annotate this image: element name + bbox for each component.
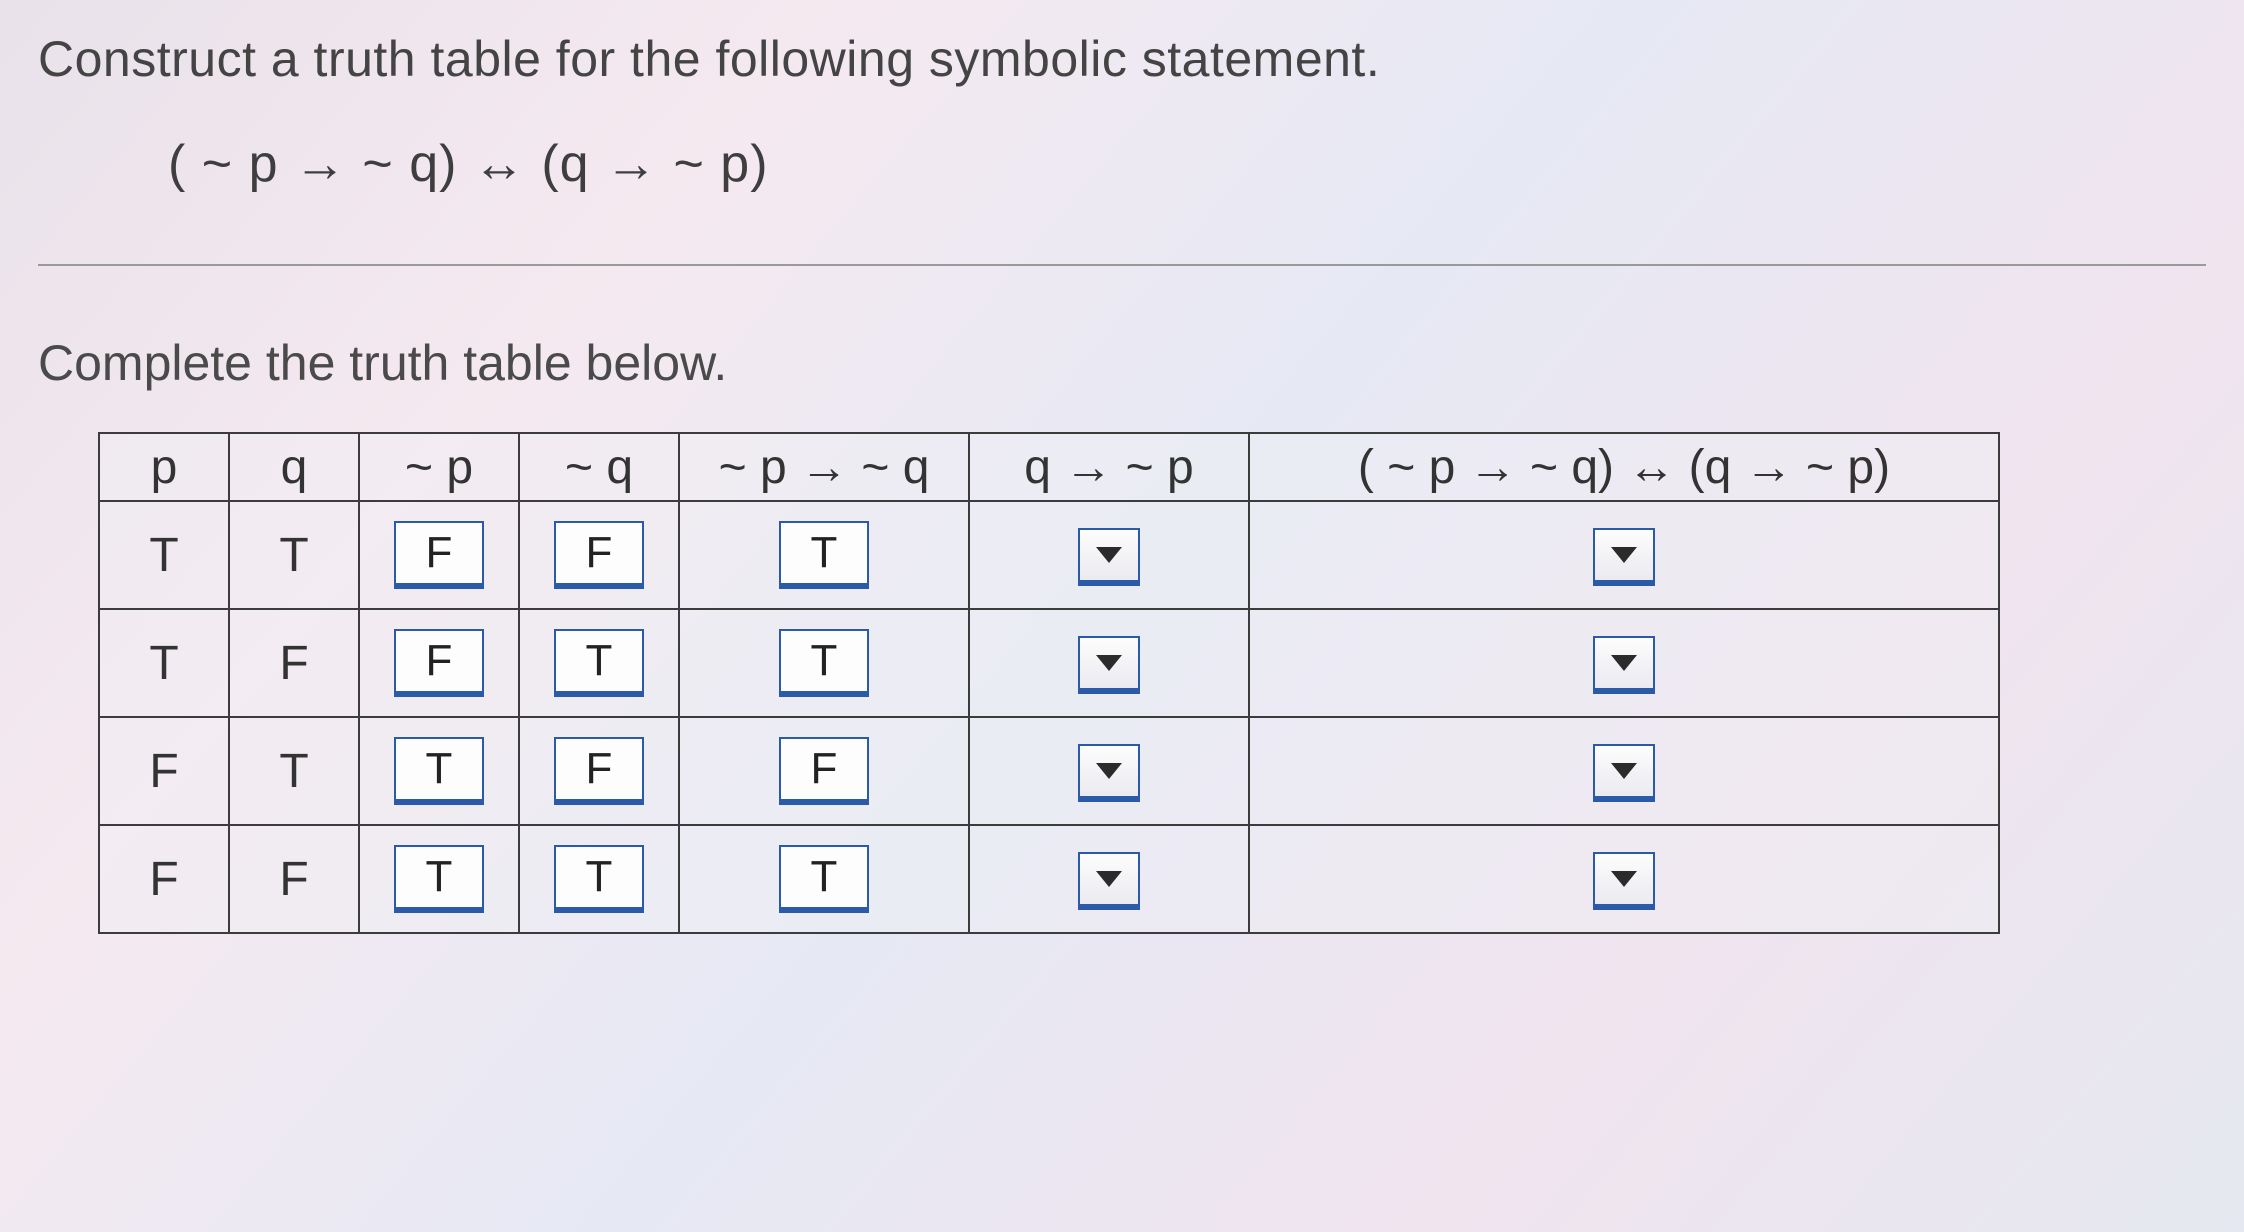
- cell-q: T: [229, 717, 359, 825]
- table-row: F T T F F: [99, 717, 1999, 825]
- cell-notq: T: [519, 825, 679, 933]
- dropdown-imp2[interactable]: [1078, 852, 1140, 910]
- cell-p: F: [99, 825, 229, 933]
- cell-notp: F: [359, 501, 519, 609]
- question-panel: Construct a truth table for the followin…: [0, 0, 2244, 934]
- cell-imp2: [969, 825, 1249, 933]
- chevron-down-icon: [1094, 867, 1124, 891]
- answer-field-imp1[interactable]: F: [779, 737, 869, 805]
- chevron-down-icon: [1094, 543, 1124, 567]
- answer-field-notp[interactable]: T: [394, 845, 484, 913]
- dropdown-imp2[interactable]: [1078, 528, 1140, 586]
- cell-imp2: [969, 717, 1249, 825]
- cell-notp: T: [359, 825, 519, 933]
- divider: [38, 264, 2206, 266]
- cell-notp: T: [359, 717, 519, 825]
- cell-notq: T: [519, 609, 679, 717]
- cell-notp: F: [359, 609, 519, 717]
- answer-field-imp1[interactable]: T: [779, 629, 869, 697]
- col-header-p: p: [99, 433, 229, 501]
- chevron-down-icon: [1609, 867, 1639, 891]
- dropdown-bicond[interactable]: [1593, 528, 1655, 586]
- chevron-down-icon: [1609, 651, 1639, 675]
- col-header-notp: ~ p: [359, 433, 519, 501]
- dropdown-bicond[interactable]: [1593, 744, 1655, 802]
- chevron-down-icon: [1094, 651, 1124, 675]
- cell-p: T: [99, 609, 229, 717]
- dropdown-bicond[interactable]: [1593, 852, 1655, 910]
- answer-field-notp[interactable]: F: [394, 521, 484, 589]
- sub-instruction: Complete the truth table below.: [38, 334, 2206, 392]
- cell-p: T: [99, 501, 229, 609]
- cell-bicond: [1249, 825, 1999, 933]
- cell-bicond: [1249, 717, 1999, 825]
- chevron-down-icon: [1609, 543, 1639, 567]
- chevron-down-icon: [1609, 759, 1639, 783]
- cell-bicond: [1249, 501, 1999, 609]
- cell-q: T: [229, 501, 359, 609]
- col-header-bicond: ( ~ p → ~ q) ↔ (q → ~ p): [1249, 433, 1999, 501]
- cell-imp1: T: [679, 501, 969, 609]
- chevron-down-icon: [1094, 759, 1124, 783]
- table-row: T F F T T: [99, 609, 1999, 717]
- cell-imp1: T: [679, 825, 969, 933]
- answer-field-notq[interactable]: T: [554, 629, 644, 697]
- table-row: T T F F T: [99, 501, 1999, 609]
- instruction-text: Construct a truth table for the followin…: [38, 30, 2206, 88]
- truth-table-wrapper: p q ~ p ~ q ~ p → ~ q q → ~ p ( ~ p → ~ …: [98, 432, 2206, 934]
- cell-q: F: [229, 609, 359, 717]
- col-header-imp2: q → ~ p: [969, 433, 1249, 501]
- col-header-notq: ~ q: [519, 433, 679, 501]
- answer-field-imp1[interactable]: T: [779, 845, 869, 913]
- cell-notq: F: [519, 717, 679, 825]
- cell-q: F: [229, 825, 359, 933]
- dropdown-imp2[interactable]: [1078, 636, 1140, 694]
- cell-imp2: [969, 609, 1249, 717]
- cell-p: F: [99, 717, 229, 825]
- cell-notq: F: [519, 501, 679, 609]
- answer-field-imp1[interactable]: T: [779, 521, 869, 589]
- table-row: F F T T T: [99, 825, 1999, 933]
- cell-imp1: T: [679, 609, 969, 717]
- answer-field-notq[interactable]: T: [554, 845, 644, 913]
- cell-imp2: [969, 501, 1249, 609]
- cell-bicond: [1249, 609, 1999, 717]
- col-header-q: q: [229, 433, 359, 501]
- answer-field-notq[interactable]: F: [554, 521, 644, 589]
- truth-table: p q ~ p ~ q ~ p → ~ q q → ~ p ( ~ p → ~ …: [98, 432, 2000, 934]
- cell-imp1: F: [679, 717, 969, 825]
- header-row: p q ~ p ~ q ~ p → ~ q q → ~ p ( ~ p → ~ …: [99, 433, 1999, 501]
- answer-field-notp[interactable]: T: [394, 737, 484, 805]
- answer-field-notp[interactable]: F: [394, 629, 484, 697]
- symbolic-expression: ( ~ p → ~ q) ↔ (q → ~ p): [168, 134, 2206, 194]
- dropdown-bicond[interactable]: [1593, 636, 1655, 694]
- col-header-imp1: ~ p → ~ q: [679, 433, 969, 501]
- dropdown-imp2[interactable]: [1078, 744, 1140, 802]
- answer-field-notq[interactable]: F: [554, 737, 644, 805]
